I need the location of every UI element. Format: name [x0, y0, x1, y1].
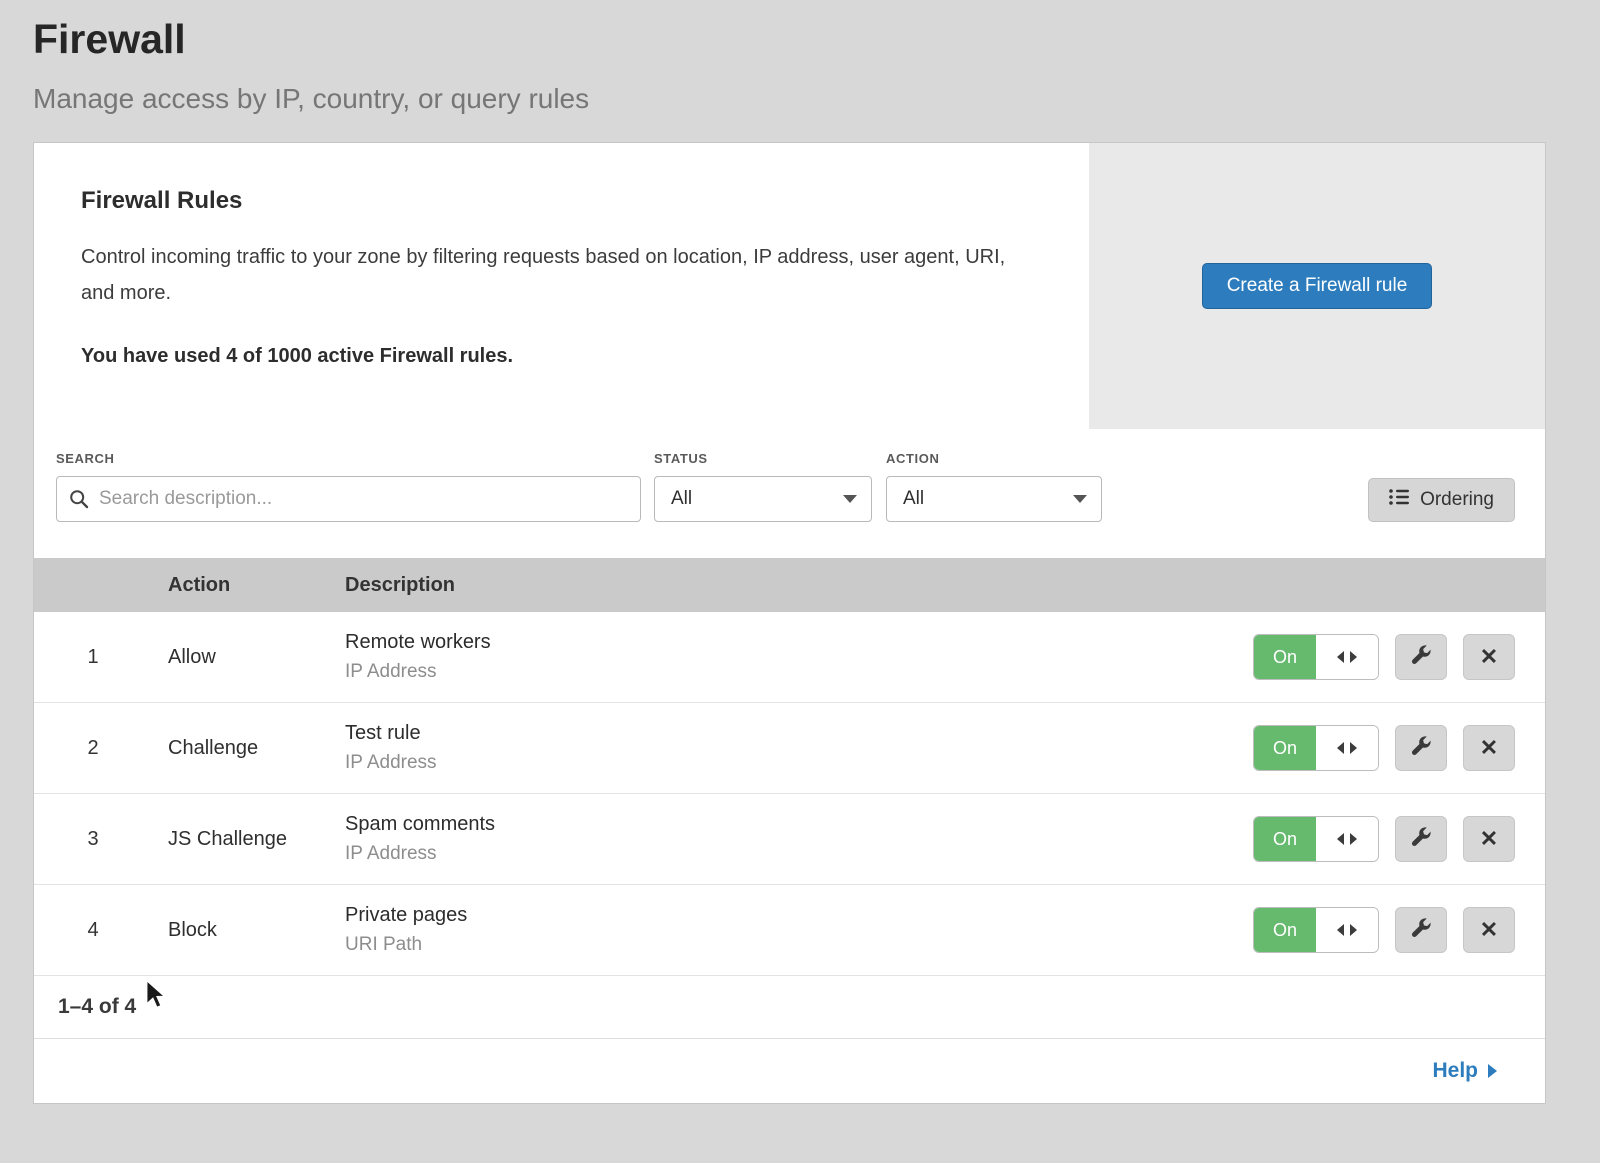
chevron-down-icon — [843, 495, 857, 503]
toggle-grip-icon[interactable] — [1316, 726, 1378, 770]
ordering-list-icon — [1389, 488, 1409, 512]
table-header-description: Description — [345, 574, 1515, 597]
rule-match-type: IP Address — [345, 843, 1253, 865]
rule-number: 2 — [62, 737, 168, 760]
edit-rule-button[interactable] — [1395, 634, 1447, 680]
pagination-text: 1–4 of 4 — [34, 976, 1545, 1039]
action-label: ACTION — [886, 451, 1102, 466]
firewall-rules-panel: Firewall Rules Control incoming traffic … — [34, 143, 1545, 429]
rule-description-cell: Spam comments IP Address — [345, 813, 1253, 865]
ordering-button[interactable]: Ordering — [1368, 478, 1515, 522]
rule-enabled-toggle[interactable]: On — [1253, 816, 1379, 862]
search-icon — [69, 489, 89, 514]
rule-description: Test rule — [345, 722, 1253, 745]
rule-number: 1 — [62, 646, 168, 669]
help-row: Help — [34, 1039, 1545, 1103]
ordering-button-label: Ordering — [1420, 489, 1494, 511]
toggle-grip-icon[interactable] — [1316, 635, 1378, 679]
page-header: Firewall Manage access by IP, country, o… — [0, 0, 1600, 115]
close-icon: ✕ — [1480, 737, 1498, 759]
status-label: STATUS — [654, 451, 872, 466]
panel-heading: Firewall Rules — [81, 187, 1029, 215]
toggle-on-label[interactable]: On — [1254, 726, 1316, 770]
toggle-grip-icon[interactable] — [1316, 817, 1378, 861]
rule-controls: On ✕ — [1253, 634, 1515, 680]
action-field-group: ACTION All — [872, 451, 1102, 522]
rule-match-type: IP Address — [345, 752, 1253, 774]
panel-action-area: Create a Firewall rule — [1089, 143, 1545, 429]
filter-bar: SEARCH STATUS All ACTION All — [34, 429, 1545, 558]
rule-description-cell: Remote workers IP Address — [345, 631, 1253, 683]
toggle-on-label[interactable]: On — [1254, 817, 1316, 861]
rule-action: JS Challenge — [168, 828, 345, 851]
table-row: 1 Allow Remote workers IP Address On — [34, 612, 1545, 703]
rule-description-cell: Private pages URI Path — [345, 904, 1253, 956]
table-row: 4 Block Private pages URI Path On ✕ — [34, 885, 1545, 976]
rule-controls: On ✕ — [1253, 907, 1515, 953]
search-input[interactable] — [56, 476, 641, 522]
status-select[interactable]: All — [654, 476, 872, 522]
delete-rule-button[interactable]: ✕ — [1463, 816, 1515, 862]
rule-description: Spam comments — [345, 813, 1253, 836]
close-icon: ✕ — [1480, 828, 1498, 850]
table-row: 2 Challenge Test rule IP Address On — [34, 703, 1545, 794]
rule-number: 4 — [62, 919, 168, 942]
edit-rule-button[interactable] — [1395, 816, 1447, 862]
rule-number: 3 — [62, 828, 168, 851]
table-header-action: Action — [168, 574, 345, 597]
action-select[interactable]: All — [886, 476, 1102, 522]
rule-description: Private pages — [345, 904, 1253, 927]
status-select-value: All — [671, 488, 692, 510]
delete-rule-button[interactable]: ✕ — [1463, 907, 1515, 953]
firewall-card: Firewall Rules Control incoming traffic … — [33, 142, 1546, 1104]
rule-controls: On ✕ — [1253, 725, 1515, 771]
wrench-icon — [1411, 736, 1432, 760]
rule-description-cell: Test rule IP Address — [345, 722, 1253, 774]
close-icon: ✕ — [1480, 919, 1498, 941]
delete-rule-button[interactable]: ✕ — [1463, 725, 1515, 771]
panel-description-area: Firewall Rules Control incoming traffic … — [34, 143, 1089, 429]
rule-description: Remote workers — [345, 631, 1253, 654]
toggle-on-label[interactable]: On — [1254, 908, 1316, 952]
rules-usage-text: You have used 4 of 1000 active Firewall … — [81, 345, 1029, 368]
delete-rule-button[interactable]: ✕ — [1463, 634, 1515, 680]
toggle-grip-icon[interactable] — [1316, 908, 1378, 952]
rule-match-type: IP Address — [345, 661, 1253, 683]
rule-action: Challenge — [168, 737, 345, 760]
status-field-group: STATUS All — [641, 451, 872, 522]
action-select-value: All — [903, 488, 924, 510]
rule-action: Block — [168, 919, 345, 942]
help-link-label: Help — [1432, 1059, 1478, 1083]
table-row: 3 JS Challenge Spam comments IP Address … — [34, 794, 1545, 885]
rule-match-type: URI Path — [345, 934, 1253, 956]
edit-rule-button[interactable] — [1395, 725, 1447, 771]
edit-rule-button[interactable] — [1395, 907, 1447, 953]
search-field-group: SEARCH — [56, 451, 641, 522]
wrench-icon — [1411, 918, 1432, 942]
help-link[interactable]: Help — [1432, 1059, 1497, 1083]
rule-action: Allow — [168, 646, 345, 669]
wrench-icon — [1411, 827, 1432, 851]
toggle-on-label[interactable]: On — [1254, 635, 1316, 679]
close-icon: ✕ — [1480, 646, 1498, 668]
rule-enabled-toggle[interactable]: On — [1253, 634, 1379, 680]
wrench-icon — [1411, 645, 1432, 669]
rule-enabled-toggle[interactable]: On — [1253, 907, 1379, 953]
page-title: Firewall — [33, 16, 1600, 63]
rules-table-body: 1 Allow Remote workers IP Address On — [34, 612, 1545, 976]
rule-controls: On ✕ — [1253, 816, 1515, 862]
triangle-right-icon — [1488, 1064, 1497, 1078]
panel-description: Control incoming traffic to your zone by… — [81, 239, 1029, 311]
table-header: Action Description — [34, 558, 1545, 612]
chevron-down-icon — [1073, 495, 1087, 503]
rule-enabled-toggle[interactable]: On — [1253, 725, 1379, 771]
create-firewall-rule-button[interactable]: Create a Firewall rule — [1202, 263, 1433, 309]
search-label: SEARCH — [56, 451, 641, 466]
page-subtitle: Manage access by IP, country, or query r… — [33, 83, 1600, 115]
